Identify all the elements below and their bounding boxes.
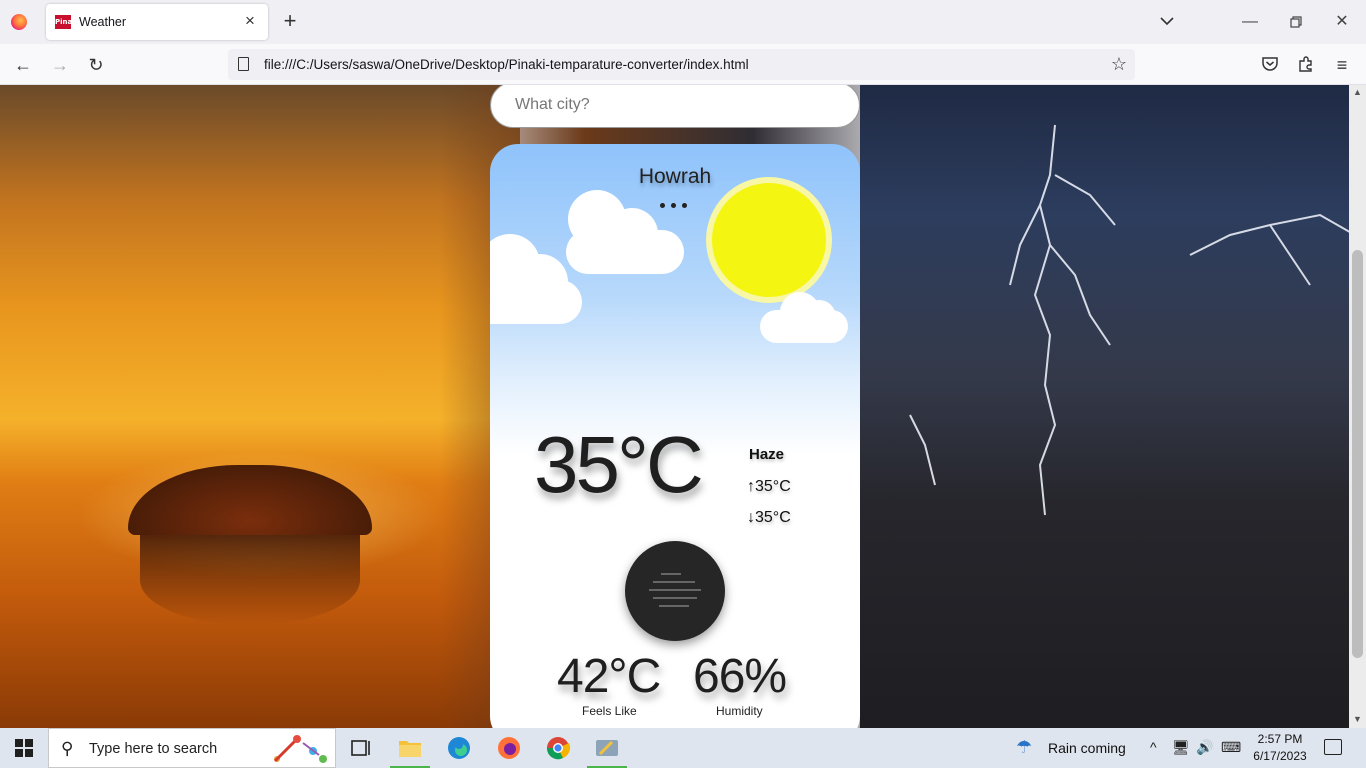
keyboard-icon[interactable]: ⌨: [1221, 739, 1241, 756]
windows-start-icon[interactable]: [15, 739, 33, 757]
list-all-tabs-icon[interactable]: [1158, 12, 1176, 30]
taskbar-clock[interactable]: 2:57 PM 6/17/2023: [1248, 731, 1312, 765]
taskbar-search-placeholder: Type here to search: [89, 741, 218, 757]
reload-icon[interactable]: ↻: [85, 54, 107, 76]
scroll-down-icon[interactable]: ▼: [1352, 714, 1363, 726]
paint-app-icon[interactable]: [592, 734, 622, 762]
file-explorer-icon[interactable]: [395, 734, 425, 762]
feels-like-label: Feels Like: [582, 704, 637, 718]
new-tab-button[interactable]: +: [279, 9, 301, 33]
max-temp-value: 35°C: [755, 478, 791, 495]
search-icon: ⚲: [61, 739, 74, 758]
min-temp-value: 35°C: [755, 509, 791, 526]
city-search-input[interactable]: [490, 85, 860, 128]
pocket-icon[interactable]: [1261, 56, 1279, 72]
cloud-icon: [490, 234, 582, 324]
notifications-icon[interactable]: [1324, 739, 1342, 755]
pinaki-favicon-icon: Pinaki: [55, 15, 79, 29]
page-viewport: ▲ ▼ Howrah 35°C Haze ↑35°C ↓35°C 42°C Fe…: [0, 85, 1366, 728]
back-arrow-icon[interactable]: ←: [12, 54, 34, 76]
close-window-button[interactable]: ✕: [1330, 10, 1354, 34]
humidity-value: 66%: [693, 650, 787, 703]
island-reflection: [140, 535, 360, 625]
sun-icon: [712, 183, 826, 297]
down-arrow-icon: ↓: [747, 509, 755, 526]
page-scrollbar[interactable]: ▲ ▼: [1349, 85, 1366, 728]
volume-icon[interactable]: 🔊: [1196, 739, 1213, 756]
url-text[interactable]: file:///C:/Users/saswa/OneDrive/Desktop/…: [264, 57, 749, 72]
clock-time: 2:57 PM: [1257, 732, 1303, 746]
firefox-logo-icon[interactable]: [11, 14, 27, 30]
show-hidden-icons-chevron-icon[interactable]: ^: [1150, 739, 1157, 755]
network-icon[interactable]: 🖥: [1172, 739, 1190, 756]
taskbar-search-box[interactable]: ⚲ Type here to search: [48, 728, 336, 768]
browser-tab-weather[interactable]: Pinaki Weather ×: [46, 4, 268, 40]
search-highlight-icon: [273, 735, 327, 763]
browser-nav-bar: ← → ↻ file:///C:/Users/saswa/OneDrive/De…: [0, 44, 1366, 85]
current-temperature: 35°C: [534, 420, 704, 509]
edge-browser-icon[interactable]: [444, 734, 474, 762]
max-temperature: ↑35°C: [747, 478, 791, 496]
taskbar-weather-text[interactable]: Rain coming: [1048, 740, 1126, 756]
cloud-icon: [566, 190, 684, 274]
loading-dots-icon: [657, 195, 693, 208]
weather-condition: Haze: [749, 446, 785, 463]
humidity-label: Humidity: [716, 704, 763, 718]
umbrella-rain-icon[interactable]: ☂: [1016, 737, 1032, 758]
city-name: Howrah: [638, 165, 712, 188]
up-arrow-icon: ↑: [747, 478, 755, 495]
weather-card: Howrah 35°C Haze ↑35°C ↓35°C 42°C Feels …: [490, 144, 860, 728]
forward-arrow-icon[interactable]: →: [49, 54, 71, 76]
windows-taskbar: ⚲ Type here to search ☂ Rain coming ^ 🖥 …: [0, 728, 1366, 768]
chrome-icon[interactable]: [543, 734, 573, 762]
browser-tab-bar: Pinaki Weather × + — ✕: [0, 0, 1366, 44]
task-view-icon[interactable]: [346, 734, 376, 762]
firefox-icon[interactable]: [494, 734, 524, 762]
address-bar[interactable]: file:///C:/Users/saswa/OneDrive/Desktop/…: [228, 49, 1135, 80]
scroll-up-icon[interactable]: ▲: [1352, 87, 1363, 99]
clock-date: 6/17/2023: [1253, 749, 1307, 763]
bookmark-star-icon[interactable]: ☆: [1111, 54, 1127, 75]
minimize-window-button[interactable]: —: [1238, 10, 1262, 34]
restore-window-button[interactable]: [1284, 10, 1308, 34]
extensions-icon[interactable]: [1297, 55, 1315, 73]
page-file-icon: [238, 57, 249, 71]
min-temperature: ↓35°C: [747, 509, 791, 527]
lightning-image: [909, 124, 1356, 516]
scrollbar-thumb[interactable]: [1352, 250, 1363, 658]
menu-hamburger-icon[interactable]: ≡: [1331, 54, 1353, 76]
haze-icon: [625, 541, 725, 641]
tab-title: Weather: [79, 15, 127, 29]
close-tab-icon[interactable]: ×: [241, 12, 259, 30]
feels-like-value: 42°C: [557, 650, 661, 703]
cloud-icon: [760, 292, 848, 343]
